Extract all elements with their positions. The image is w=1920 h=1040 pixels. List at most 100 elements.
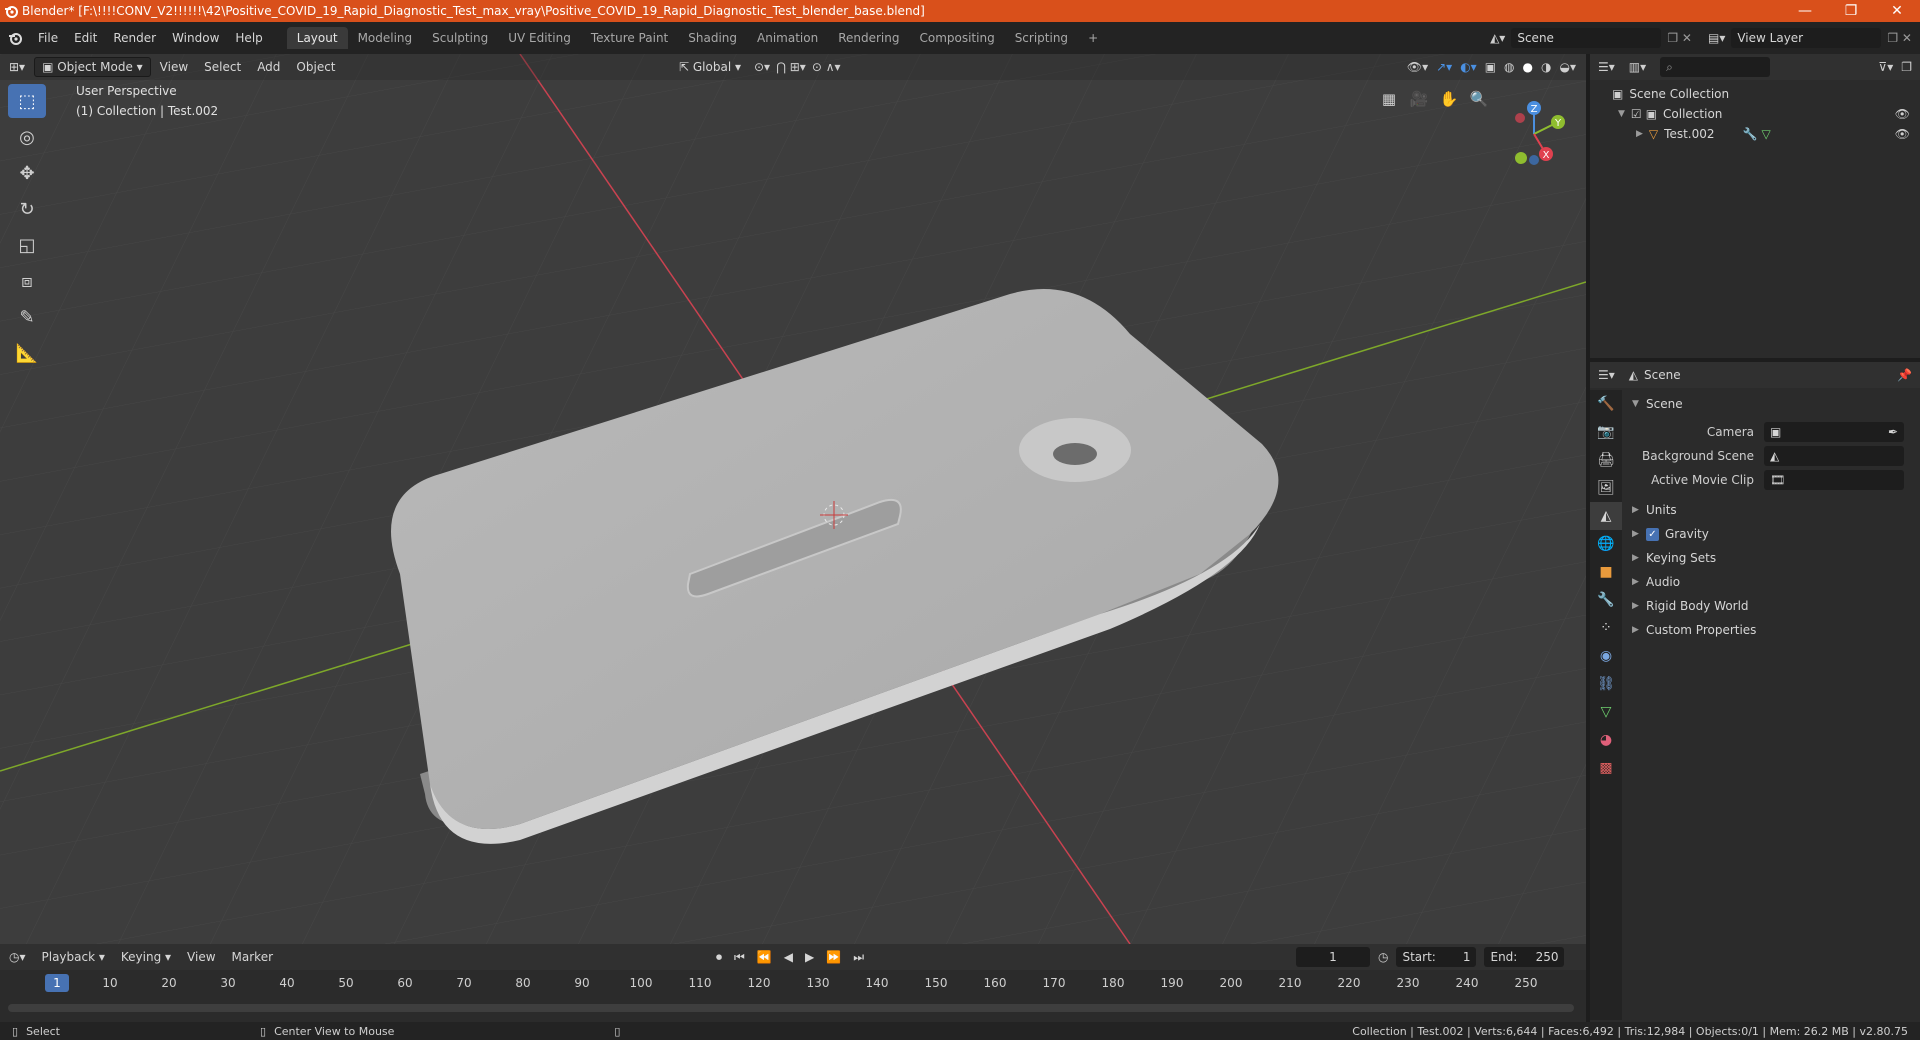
tab-modeling[interactable]: Modeling [348,27,423,49]
menu-render[interactable]: Render [105,31,164,45]
gravity-panel[interactable]: ▶ ✓ Gravity [1624,522,1918,546]
wireframe-shading-icon[interactable]: ◍ [1504,60,1514,74]
zoom-view-icon[interactable]: 🔍 [1466,86,1492,112]
expand-icon[interactable]: ▼ [1618,109,1625,119]
gravity-checkbox[interactable]: ✓ [1646,527,1659,541]
outliner-editor-icon[interactable]: ☰▾ [1598,60,1615,74]
snap-icon[interactable]: ⋂ ⊞▾ [776,60,806,74]
texture-tab-icon[interactable]: ▩ [1590,754,1622,782]
restore-button[interactable]: ❐ [1828,3,1874,19]
physics-tab-icon[interactable]: ◉ [1590,642,1622,670]
tab-layout[interactable]: Layout [286,27,348,49]
tab-sculpting[interactable]: Sculpting [422,27,498,49]
menu-marker[interactable]: Marker [225,948,280,966]
custom-properties-panel[interactable]: ▶ Custom Properties [1624,618,1918,642]
menu-playback[interactable]: Playback ▾ [35,948,112,966]
tab-uv-editing[interactable]: UV Editing [498,27,581,49]
play-button[interactable]: ▶ [801,950,818,964]
eyedropper-icon[interactable]: ✒ [1888,425,1898,439]
new-collection-icon[interactable]: ❐ [1901,60,1912,74]
audio-panel[interactable]: ▶ Audio [1624,570,1918,594]
object-tab-icon[interactable]: ■ [1590,558,1622,586]
overlay-toggle-icon[interactable]: ◐▾ [1460,60,1477,74]
properties-editor-icon[interactable]: ☰▾ [1598,368,1615,382]
scene-tab-icon[interactable]: ◭ [1590,502,1622,530]
camera-view-icon[interactable]: 🎥 [1406,86,1432,112]
blender-menu-icon[interactable] [0,30,30,46]
current-frame-field[interactable]: 1 [1296,947,1370,967]
filter-icon[interactable]: ⊽▾ [1878,60,1893,74]
menu-view[interactable]: View [153,58,195,76]
transform-orientation-dropdown[interactable]: ⇱ Global ▾ [672,58,748,76]
menu-keying[interactable]: Keying ▾ [114,948,178,966]
pin-icon[interactable]: 📌 [1897,368,1912,382]
editor-type-icon[interactable]: ⊞▾ [2,58,32,76]
add-workspace-button[interactable]: + [1078,27,1108,49]
preview-range-icon[interactable]: ◷ [1378,950,1388,964]
tab-animation[interactable]: Animation [747,27,828,49]
start-frame-field[interactable]: Start: 1 [1396,947,1477,967]
timeline-scrollbar[interactable] [8,1004,1574,1012]
output-tab-icon[interactable]: 🖨 [1590,446,1622,474]
record-button[interactable]: ⏺ [712,950,726,965]
material-shading-icon[interactable]: ◑ [1541,60,1551,74]
jump-keyframe-forward-button[interactable]: ⏩ [822,950,845,964]
rigid-body-world-panel[interactable]: ▶ Rigid Body World [1624,594,1918,618]
move-tool-icon[interactable]: ✥ [8,156,46,190]
scene-name-field[interactable]: Scene [1511,28,1662,48]
menu-file[interactable]: File [30,31,66,45]
menu-select[interactable]: Select [197,58,248,76]
data-tab-icon[interactable]: ▽ [1590,698,1622,726]
constraints-tab-icon[interactable]: ⛓ [1590,670,1622,698]
units-panel[interactable]: ▶ Units [1624,498,1918,522]
play-reverse-button[interactable]: ◀ [780,950,797,964]
jump-keyframe-back-button[interactable]: ⏪ [753,950,776,964]
view-layer-field[interactable]: View Layer [1731,28,1882,48]
measure-tool-icon[interactable]: 📐 [8,336,46,370]
background-scene-field[interactable]: ◭ [1764,446,1904,466]
tab-rendering[interactable]: Rendering [828,27,909,49]
rotate-tool-icon[interactable]: ↻ [8,192,46,226]
eye-icon[interactable]: 👁 [1895,107,1910,121]
menu-edit[interactable]: Edit [66,31,105,45]
end-frame-field[interactable]: End: 250 [1484,947,1565,967]
tab-shading[interactable]: Shading [678,27,747,49]
material-tab-icon[interactable]: ◕ [1590,726,1622,754]
active-movie-clip-field[interactable]: 🎞 [1764,470,1904,490]
timeline-ruler[interactable]: 1 10 20 30 40 50 60 70 80 90 100 110 120… [0,972,1586,996]
particles-tab-icon[interactable]: ⁘ [1590,614,1622,642]
keying-sets-panel[interactable]: ▶ Keying Sets [1624,546,1918,570]
3d-viewport[interactable]: ⊞▾ ▣ Object Mode ▾ View Select Add Objec… [0,54,1586,944]
navigation-gizmo[interactable]: Z Y X [1494,94,1574,174]
transform-tool-icon[interactable]: ⧈ [8,264,46,298]
tool-tab-icon[interactable]: 🔨 [1590,390,1622,418]
select-box-icon[interactable]: ⬚ [8,84,46,118]
menu-help[interactable]: Help [227,31,270,45]
proportional-edit-icon[interactable]: ⊙ ∧▾ [812,60,841,74]
toggle-camera-ortho-icon[interactable]: ▦ [1376,86,1402,112]
tab-texture-paint[interactable]: Texture Paint [581,27,678,49]
xray-icon[interactable]: ▣ [1485,60,1496,74]
view-layer-icon[interactable]: ▤▾ [1708,31,1725,45]
scene-panel-header[interactable]: ▼ Scene [1624,392,1918,416]
tree-scene-collection[interactable]: ▣ Scene Collection [1590,84,1920,104]
menu-timeline-view[interactable]: View [180,948,222,966]
jump-end-button[interactable]: ⏭ [849,950,868,965]
expand-icon[interactable]: ▶ [1636,129,1643,139]
close-button[interactable]: ✕ [1874,3,1920,19]
view-layer-tab-icon[interactable]: 🖼 [1590,474,1622,502]
world-tab-icon[interactable]: 🌐 [1590,530,1622,558]
menu-object[interactable]: Object [289,58,342,76]
tab-compositing[interactable]: Compositing [909,27,1004,49]
new-scene-icon[interactable]: ❐ ✕ [1667,31,1692,45]
menu-add[interactable]: Add [250,58,287,76]
scene-selector-icon[interactable]: ◭▾ [1490,31,1505,45]
scale-tool-icon[interactable]: ◱ [8,228,46,262]
mesh-data-icon[interactable]: ▽ [1761,127,1770,141]
menu-window[interactable]: Window [164,31,227,45]
mode-dropdown[interactable]: ▣ Object Mode ▾ [34,57,151,77]
playhead[interactable]: 1 [45,974,69,992]
annotate-tool-icon[interactable]: ✎ [8,300,46,334]
visibility-icon[interactable]: 👁▾ [1407,60,1428,74]
tree-collection[interactable]: ▼ ☑ ▣ Collection 👁 [1590,104,1920,124]
